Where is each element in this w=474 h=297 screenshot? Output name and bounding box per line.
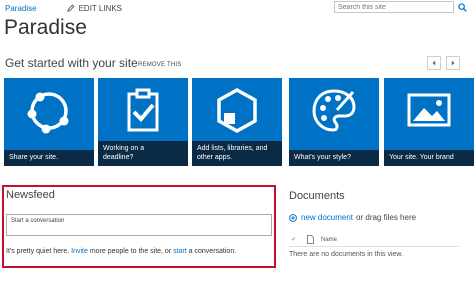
new-document-link[interactable]: new document <box>301 213 353 222</box>
add-app-icon <box>217 87 257 134</box>
site-link-paradise[interactable]: Paradise <box>5 4 37 13</box>
tile-label: Add lists, libraries, and other apps. <box>192 141 282 166</box>
search-input[interactable] <box>334 1 454 13</box>
picture-icon <box>407 93 451 127</box>
newsfeed-panel: Newsfeed Start a conversation It's prett… <box>2 185 276 268</box>
empty-documents-message: There are no documents in this view. <box>289 251 404 258</box>
documents-column-header: ✓ Name <box>291 235 337 244</box>
next-tiles-button[interactable] <box>446 56 460 70</box>
file-type-icon <box>307 235 314 244</box>
start-conversation-link[interactable]: start <box>173 248 187 255</box>
new-document-row: new document or drag files here <box>289 213 416 222</box>
get-started-heading: Get started with your site <box>5 56 138 70</box>
tile-whats-your-style[interactable]: What's your style? <box>289 78 379 166</box>
tile-working-on-deadline[interactable]: Working on a deadline? <box>98 78 188 166</box>
top-nav: Paradise EDIT LINKS <box>5 2 122 14</box>
edit-links-label: EDIT LINKS <box>78 3 122 13</box>
documents-title: Documents <box>289 190 345 202</box>
pencil-icon <box>66 4 75 12</box>
tile-share-site[interactable]: Share your site. <box>4 78 94 166</box>
tile-label: Share your site. <box>4 150 94 166</box>
remove-this-link[interactable]: REMOVE THIS <box>138 62 181 68</box>
tile-label: Your site. Your brand <box>384 150 474 166</box>
tile-label: Working on a deadline? <box>98 141 188 166</box>
search-icon <box>457 2 467 12</box>
documents-divider <box>289 246 459 247</box>
chevron-left-icon <box>432 60 436 66</box>
drag-files-text: or drag files here <box>356 213 417 222</box>
tile-your-site-your-brand[interactable]: Your site. Your brand <box>384 78 474 166</box>
clipboard-check-icon <box>127 88 159 132</box>
previous-tiles-button[interactable] <box>427 56 441 70</box>
start-conversation-input[interactable]: Start a conversation <box>6 214 272 236</box>
newsfeed-title: Newsfeed <box>6 189 55 201</box>
edit-links-button[interactable]: EDIT LINKS <box>66 3 122 13</box>
palette-icon <box>312 89 356 132</box>
share-icon <box>27 92 69 134</box>
newsfeed-empty-message: It's pretty quiet here. Invite more peop… <box>6 248 237 255</box>
chevron-right-icon <box>451 60 455 66</box>
site-title: Paradise <box>4 16 87 39</box>
add-circle-icon[interactable] <box>289 213 297 222</box>
name-column-header[interactable]: Name <box>321 237 337 243</box>
search-button[interactable] <box>455 1 469 13</box>
select-all-checkmark[interactable]: ✓ <box>291 236 299 243</box>
tile-add-apps[interactable]: Add lists, libraries, and other apps. <box>192 78 282 166</box>
invite-link[interactable]: Invite <box>71 248 88 255</box>
tile-label: What's your style? <box>289 150 379 166</box>
